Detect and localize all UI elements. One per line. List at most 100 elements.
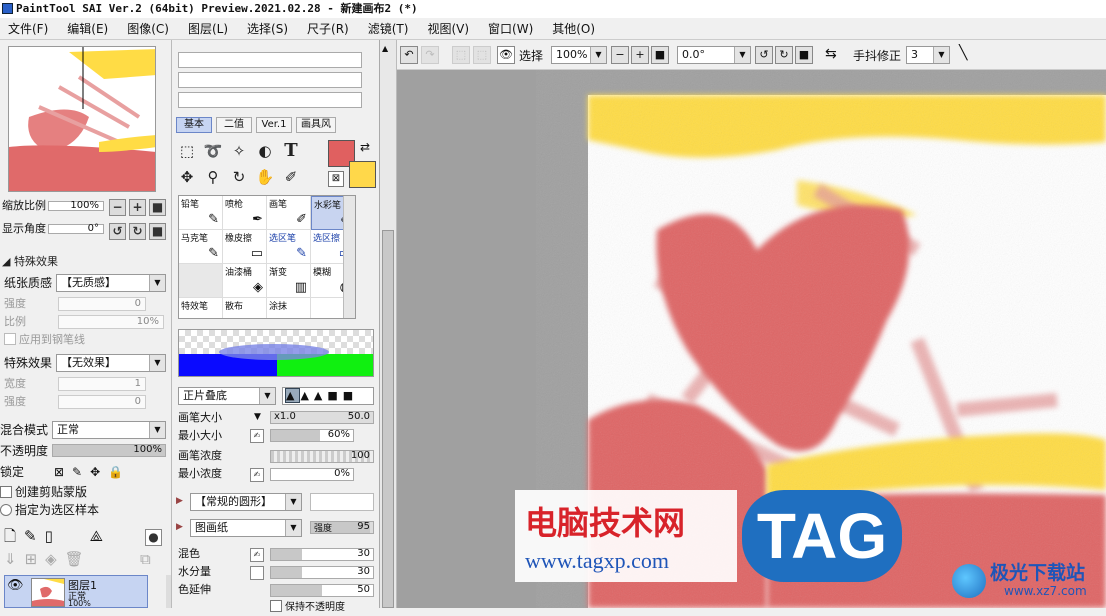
tab-binary[interactable]: 二值: [216, 117, 252, 133]
scrollbar-thumb[interactable]: [382, 230, 394, 608]
texture-strength-slider[interactable]: 强度 95: [310, 521, 374, 534]
apply-pen-checkbox[interactable]: 应用到钢笔线: [4, 331, 85, 349]
water-slider[interactable]: 30: [270, 566, 374, 579]
min-density-slider[interactable]: 0%: [270, 468, 354, 481]
text-tool-icon[interactable]: T: [280, 140, 302, 162]
secondary-color-swatch[interactable]: [349, 161, 376, 188]
merge-icon[interactable]: ⧉: [140, 550, 151, 568]
brush-smudge[interactable]: 涂抹: [267, 298, 311, 318]
effects-section-header[interactable]: ◢ 特殊效果: [2, 253, 58, 271]
rotate-right-button[interactable]: ↻: [129, 223, 146, 240]
width-input[interactable]: 1: [58, 377, 146, 391]
zoom-out-button[interactable]: −: [109, 199, 126, 216]
menu-view[interactable]: 视图(V): [419, 20, 480, 37]
zoom-select[interactable]: 100% ▼: [551, 46, 607, 64]
stabilizer-select[interactable]: 3 ▼: [906, 46, 950, 64]
eye-icon[interactable]: 👁: [7, 578, 24, 593]
rotate-reset-button[interactable]: ■: [795, 46, 813, 64]
brush-grid-scrollbar[interactable]: [343, 196, 355, 318]
layer-scrollbar[interactable]: [166, 575, 171, 608]
clip-mask-checkbox[interactable]: 创建剪贴蒙版: [0, 483, 87, 501]
layer-opacity-slider[interactable]: 100%: [52, 444, 166, 457]
expand-triangle-icon[interactable]: ▶: [176, 496, 183, 506]
size-slider[interactable]: x1.0 50.0: [270, 411, 374, 424]
invert-select-icon[interactable]: ⬚: [473, 46, 491, 64]
flip-horizontal-icon[interactable]: ⇆: [825, 46, 837, 62]
brush-gradient[interactable]: 渐变 ▥: [267, 264, 311, 298]
rotate-left-button[interactable]: ↺: [109, 223, 126, 240]
strength-input[interactable]: 0: [58, 297, 146, 311]
layer-item[interactable]: 👁 图层1 正常 100%: [4, 575, 148, 608]
tool-list-row-2[interactable]: [178, 72, 362, 88]
redo-icon[interactable]: ↷: [421, 46, 439, 64]
pressure-density-icon[interactable]: ✍: [250, 468, 264, 482]
brush-effect[interactable]: 特效笔: [179, 298, 223, 318]
strength2-input[interactable]: 0: [58, 395, 146, 409]
brush-eraser[interactable]: 橡皮擦 ▭: [223, 230, 267, 264]
layer-toolbar-row2[interactable]: ⇓⊞◈🗑: [4, 550, 92, 568]
magic-wand-icon[interactable]: ✧: [228, 140, 250, 162]
menu-filter[interactable]: 滤镜(T): [360, 20, 420, 37]
brush-select-pen[interactable]: 选区笔 ✎: [267, 230, 311, 264]
zoom-reset-button[interactable]: ■: [651, 46, 669, 64]
move-icon[interactable]: ✥: [176, 166, 198, 188]
brush-tip-shapes[interactable]: ▲▲▲■■: [282, 387, 374, 405]
menu-image[interactable]: 图像(C): [119, 20, 180, 37]
rotate-left-icon[interactable]: ↺: [755, 46, 773, 64]
tab-basic[interactable]: 基本: [176, 117, 212, 133]
brush-shape-select[interactable]: 【常规的圆形】 ▼: [190, 493, 302, 511]
zoom-reset-button[interactable]: ■: [149, 199, 166, 216]
effect-select[interactable]: 【无效果】 ▼: [56, 354, 166, 372]
min-size-slider[interactable]: 60%: [270, 429, 354, 442]
density-slider[interactable]: 100: [270, 450, 374, 463]
zoom-in-button[interactable]: +: [129, 199, 146, 216]
undo-icon[interactable]: ↶: [400, 46, 418, 64]
zoom-icon[interactable]: ⚲: [202, 166, 224, 188]
lasso-icon[interactable]: ➰: [202, 140, 224, 162]
menu-select[interactable]: 选择(S): [239, 20, 299, 37]
menu-ruler[interactable]: 尺子(R): [299, 20, 360, 37]
panel-scrollbar[interactable]: ▲: [380, 40, 397, 608]
shape-strength-box[interactable]: [310, 493, 374, 511]
zoom-out-button[interactable]: −: [611, 46, 629, 64]
brush-airbrush[interactable]: 喷枪 ✒: [223, 196, 267, 230]
tool-list-row-3[interactable]: [178, 92, 362, 108]
rect-select-icon[interactable]: ⬚: [176, 140, 198, 162]
brush-blend-select[interactable]: 正片叠底 ▼: [178, 387, 276, 405]
layer-select-icon[interactable]: ◐: [254, 140, 276, 162]
angle-slider[interactable]: 0°: [48, 223, 104, 234]
line-tool-icon[interactable]: ╲: [959, 45, 967, 61]
brush-pencil[interactable]: 铅笔 ✎: [179, 196, 223, 230]
angle-select[interactable]: 0.0° ▼: [677, 46, 751, 64]
eye-icon[interactable]: 👁: [497, 46, 515, 64]
tool-list-row-1[interactable]: [178, 52, 362, 68]
brush-brush[interactable]: 画笔 ✐: [267, 196, 311, 230]
size-dropdown-icon[interactable]: ▼: [254, 412, 261, 422]
brush-marker[interactable]: 马克笔 ✎: [179, 230, 223, 264]
zoom-in-button[interactable]: +: [631, 46, 649, 64]
menu-other[interactable]: 其他(O): [544, 20, 606, 37]
menu-edit[interactable]: 编辑(E): [59, 20, 119, 37]
expand-triangle-icon[interactable]: ▶: [176, 522, 183, 532]
keep-opacity-checkbox[interactable]: 保持不透明度: [270, 600, 345, 616]
tab-ver1[interactable]: Ver.1: [256, 117, 292, 133]
rotate-icon[interactable]: ↻: [228, 166, 250, 188]
persist-slider[interactable]: 50: [270, 584, 374, 597]
layer-blend-select[interactable]: 正常 ▼: [52, 421, 166, 439]
pressure-mix-icon[interactable]: ✍: [250, 548, 264, 562]
lock-icons[interactable]: ⊠✎✥🔒: [54, 463, 131, 481]
layer-toolbar-row1[interactable]: 🗋✎▯ ⟁: [4, 527, 111, 545]
hand-icon[interactable]: ✋: [254, 166, 276, 188]
brush-scatter[interactable]: 散布: [223, 298, 267, 318]
tab-painter[interactable]: 画具风: [296, 117, 336, 133]
eyedropper-icon[interactable]: ✐: [280, 166, 302, 188]
zoom-slider[interactable]: 100%: [48, 200, 104, 211]
rotate-right-icon[interactable]: ↻: [775, 46, 793, 64]
navigator-preview[interactable]: [8, 46, 156, 192]
pressure-size-icon[interactable]: ✍: [250, 429, 264, 443]
swap-colors-icon[interactable]: ⇄: [360, 140, 370, 154]
mask-button[interactable]: ●: [145, 529, 162, 546]
mix-slider[interactable]: 30: [270, 548, 374, 561]
brush-bucket[interactable]: 油漆桶 ◈: [223, 264, 267, 298]
menu-file[interactable]: 文件(F): [0, 20, 59, 37]
